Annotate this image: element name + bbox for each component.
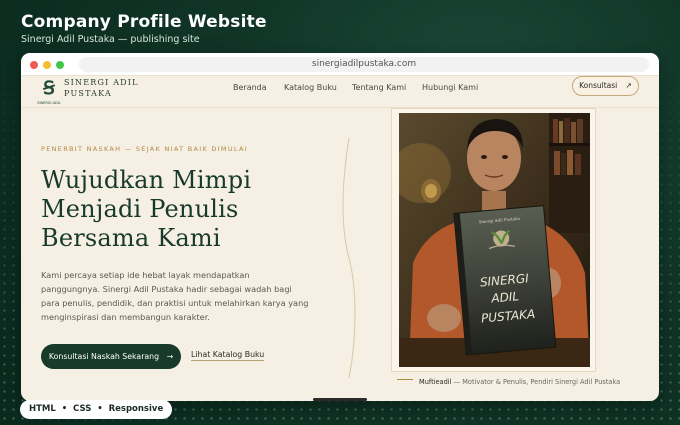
logo-mini-text: SINERGI ADIL [37,101,61,105]
arrow-right-icon: → [166,352,174,361]
nav-link-beranda[interactable]: Beranda [233,83,267,92]
logo-s-icon: Ꞩ [43,78,55,99]
hero-kicker: PENERBIT NASKAH — SEJAK NIAT BAIK DIMULA… [41,145,248,153]
nav-link-hubungi-kami[interactable]: Hubungi Kami [422,83,478,92]
photo-caption: Muftieadil — Motivator & Penulis, Pendir… [419,377,629,388]
address-bar[interactable]: sinergiadilpustaka.com [79,57,649,72]
tech-stack-badge: HTML • CSS • Responsive [20,400,173,419]
book-title-line-2: ADIL [490,289,520,305]
caption-name: Muftieadil [419,378,452,386]
brand-name: SINERGI ADIL PUSTAKA [64,77,154,99]
showcase-subtitle: Sinergi Adil Pustaka — publishing site [21,34,200,45]
hero-paragraph: Kami percaya setiap ide hebat layak mend… [41,270,309,322]
konsultasi-button-label: Konsultasi [579,81,618,90]
home-indicator-bar [313,398,367,401]
browser-toolbar: sinergiadilpustaka.com [21,53,659,76]
author-photo-frame: Sinergi Adil Pustaka SINERGI ADIL PUSTAK… [391,108,596,372]
lihat-katalog-link[interactable]: Lihat Katalog Buku [191,350,265,361]
nav-link-katalog-buku[interactable]: Katalog Buku [284,83,337,92]
close-window-button[interactable] [30,61,38,69]
decorative-curve [342,138,356,378]
author-photo: Sinergi Adil Pustaka SINERGI ADIL PUSTAK… [399,113,590,367]
brand-line-2: PUSTAKA [64,89,112,98]
konsultasi-button[interactable]: Konsultasi ↗ [572,76,639,96]
hero-headline-line-3: Bersama Kami [41,224,221,252]
maximize-window-button[interactable] [56,61,64,69]
hero-headline: Wujudkan Mimpi Menjadi Penulis Bersama K… [41,166,321,253]
caption-accent-line [397,379,413,380]
konsultasi-naskah-button[interactable]: Konsultasi Naskah Sekarang → [41,344,181,369]
arrow-up-right-icon: ↗ [625,81,632,90]
caption-role: — Motivator & Penulis, Pendiri Sinergi A… [451,378,621,386]
brand-line-1: SINERGI ADIL [64,78,139,87]
nav-link-tentang-kami[interactable]: Tentang Kami [352,83,406,92]
minimize-window-button[interactable] [43,61,51,69]
browser-window: sinergiadilpustaka.com Ꞩ SINERGI ADIL SI… [21,53,659,401]
konsultasi-naskah-label: Konsultasi Naskah Sekarang [48,352,160,361]
hero-headline-line-1: Wujudkan Mimpi [41,166,252,194]
hero-headline-line-2: Menjadi Penulis [41,195,239,223]
showcase-title: Company Profile Website [21,12,267,32]
